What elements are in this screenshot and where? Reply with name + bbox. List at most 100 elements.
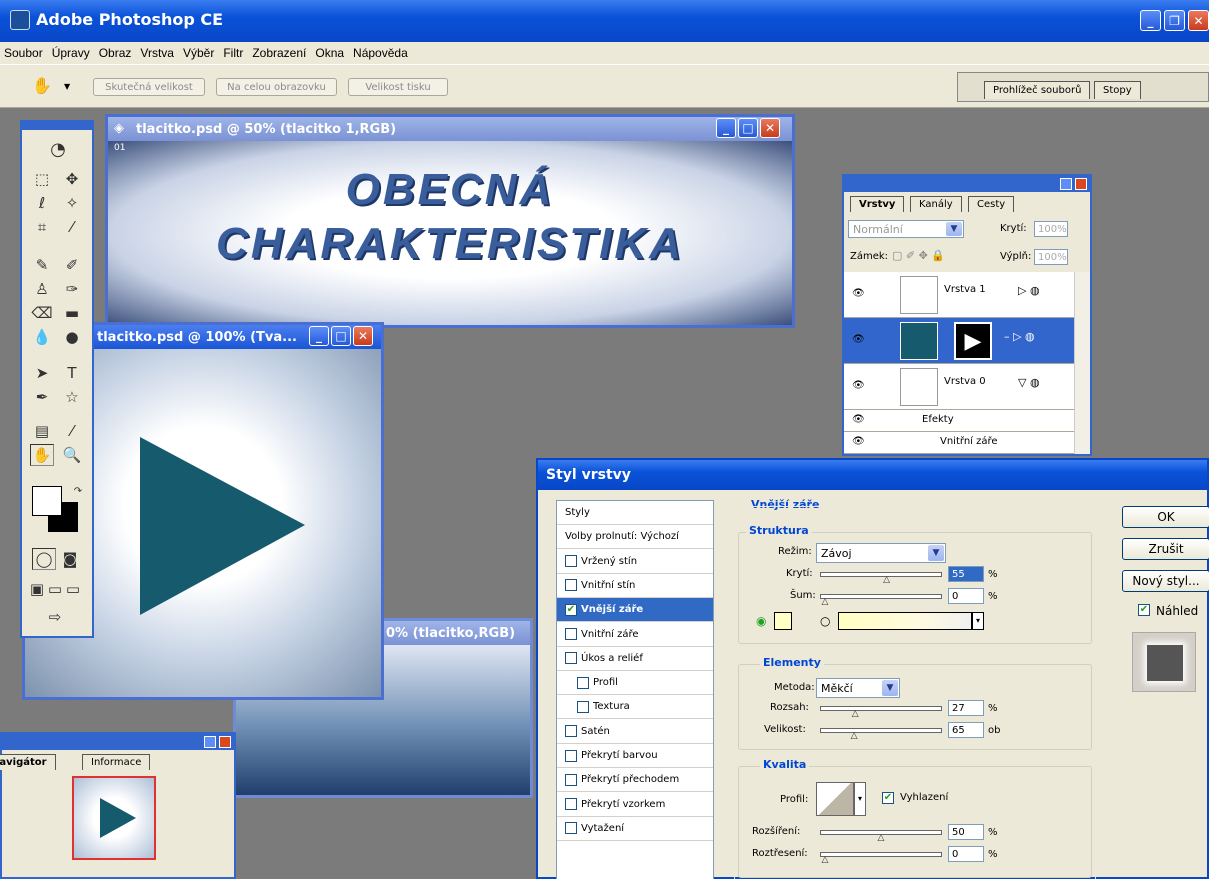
- style-checkbox[interactable]: [565, 652, 577, 665]
- style-item[interactable]: Úkos a reliéf: [557, 647, 713, 671]
- style-checkbox[interactable]: ✔: [565, 603, 577, 616]
- gradient-dropdown-button[interactable]: ▾: [972, 612, 984, 630]
- style-item[interactable]: ✔ Vnější záře: [557, 598, 713, 623]
- jitter-slider[interactable]: [820, 852, 942, 857]
- jump-to-imageready-icon[interactable]: ⇨: [32, 606, 78, 628]
- ok-button[interactable]: OK: [1122, 506, 1209, 528]
- style-checkbox[interactable]: [565, 749, 577, 762]
- pen-icon[interactable]: ✒: [30, 386, 54, 408]
- opacity-input[interactable]: 55: [948, 566, 984, 582]
- spread-slider[interactable]: [820, 706, 942, 711]
- noise-slider[interactable]: [820, 594, 942, 599]
- menu-zobrazeni[interactable]: Zobrazení: [252, 46, 306, 60]
- layers-scrollbar[interactable]: [1074, 272, 1090, 454]
- range-input[interactable]: 50: [948, 824, 984, 840]
- blur-icon[interactable]: 💧: [30, 326, 54, 348]
- document-canvas[interactable]: 01 OBECNÁ CHARAKTERISTIKA: [108, 141, 792, 325]
- size-slider-thumb[interactable]: △: [849, 732, 859, 741]
- menu-upravy[interactable]: Úpravy: [52, 46, 90, 60]
- effects-icon[interactable]: – ▷ ◍: [1004, 330, 1035, 343]
- close-button[interactable]: ✕: [1188, 10, 1209, 31]
- eyedropper-icon[interactable]: ⁄: [60, 420, 84, 442]
- blend-mode-combo[interactable]: Závoj ▼: [816, 543, 946, 563]
- brush-icon[interactable]: ✐: [60, 254, 84, 276]
- notes-icon[interactable]: ▤: [30, 420, 54, 442]
- new-style-button[interactable]: Nový styl...: [1122, 570, 1209, 592]
- tab-info[interactable]: Informace: [82, 754, 151, 770]
- noise-input[interactable]: 0: [948, 588, 984, 604]
- range-slider-thumb[interactable]: △: [876, 834, 886, 843]
- history-brush-icon[interactable]: ✑: [60, 278, 84, 300]
- fill-field[interactable]: 100%: [1034, 249, 1068, 265]
- antialias-checkbox[interactable]: ✔: [882, 792, 894, 804]
- gradient-icon[interactable]: ▬: [60, 302, 84, 324]
- crop-icon[interactable]: ⌗: [30, 216, 54, 238]
- panel-minimize-icon[interactable]: [1060, 178, 1072, 190]
- style-checkbox[interactable]: [565, 628, 577, 640]
- style-item[interactable]: Volby prolnutí: Výchozí: [557, 525, 713, 550]
- hand-icon[interactable]: ✋: [30, 444, 54, 466]
- style-item[interactable]: Překrytí přechodem: [557, 768, 713, 793]
- style-checkbox[interactable]: [565, 798, 577, 811]
- style-item[interactable]: Překrytí vzorkem: [557, 793, 713, 817]
- menu-napoveda[interactable]: Nápověda: [353, 46, 408, 60]
- panel-close-icon[interactable]: [1075, 178, 1087, 190]
- style-checkbox[interactable]: [577, 676, 589, 689]
- effects-icon[interactable]: ▷ ◍: [1018, 284, 1040, 297]
- layer-row-selected[interactable]: 👁 ▶ – ▷ ◍: [844, 318, 1074, 364]
- doc-close-button[interactable]: ✕: [760, 118, 780, 138]
- eye-icon[interactable]: 👁: [852, 380, 865, 391]
- document-window-title-banner[interactable]: ◈ tlacitko.psd @ 50% (tlacitko 1,RGB) _ …: [105, 114, 795, 328]
- dodge-icon[interactable]: ●: [60, 326, 84, 348]
- color-radio[interactable]: ◉: [756, 614, 766, 628]
- blend-mode-select[interactable]: Normální ▼: [848, 220, 964, 238]
- style-checkbox[interactable]: [565, 579, 577, 592]
- glow-gradient-swatch[interactable]: [838, 612, 972, 630]
- panel-minimize-icon[interactable]: [204, 736, 216, 748]
- menu-okna[interactable]: Okna: [315, 46, 344, 60]
- tab-layers[interactable]: Vrstvy: [850, 196, 905, 212]
- style-checkbox[interactable]: [565, 555, 577, 568]
- tab-paths[interactable]: Stopy: [1094, 81, 1141, 99]
- menu-soubor[interactable]: Soubor: [4, 46, 43, 60]
- style-checkbox[interactable]: [565, 725, 577, 738]
- effects-icon[interactable]: ▽ ◍: [1018, 376, 1040, 389]
- chevron-down-icon[interactable]: ▼: [64, 82, 70, 91]
- effects-row[interactable]: 👁 Efekty: [844, 410, 1074, 432]
- style-item[interactable]: Vržený stín: [557, 550, 713, 574]
- style-item[interactable]: Textura: [557, 695, 713, 720]
- print-size-button[interactable]: Velikost tisku: [348, 78, 448, 96]
- style-item[interactable]: Vnitřní záře: [557, 623, 713, 647]
- jitter-slider-thumb[interactable]: △: [820, 856, 830, 865]
- screen-mode-full-icon[interactable]: ▭: [64, 578, 82, 600]
- jitter-input[interactable]: 0: [948, 846, 984, 862]
- doc2-minimize-button[interactable]: _: [309, 326, 329, 346]
- size-slider[interactable]: [820, 728, 942, 733]
- zoom-icon[interactable]: 🔍: [60, 444, 84, 466]
- style-item[interactable]: Styly: [557, 501, 713, 525]
- menu-vyber[interactable]: Výběr: [183, 46, 214, 60]
- swap-colors-icon[interactable]: ↷: [66, 480, 90, 502]
- standard-mode-icon[interactable]: ◯: [32, 548, 56, 570]
- slice-icon[interactable]: ⁄: [60, 216, 84, 238]
- maximize-button[interactable]: ❐: [1164, 10, 1185, 31]
- panel-close-icon[interactable]: [219, 736, 231, 748]
- healing-brush-icon[interactable]: ✎: [30, 254, 54, 276]
- style-item[interactable]: Satén: [557, 720, 713, 744]
- lasso-icon[interactable]: ℓ: [30, 192, 54, 214]
- eye-icon[interactable]: 👁: [852, 436, 865, 447]
- fit-screen-button[interactable]: Na celou obrazovku: [216, 78, 337, 96]
- move-icon[interactable]: ✥: [60, 168, 84, 190]
- noise-slider-thumb[interactable]: △: [820, 598, 830, 607]
- tab-file-browser[interactable]: Prohlížeč souborů: [984, 81, 1091, 99]
- effect-inner-glow-row[interactable]: 👁 Vnitřní záře: [844, 432, 1074, 454]
- size-input[interactable]: 65: [948, 722, 984, 738]
- layer-row-vrstva-0[interactable]: 👁 Vrstva 0 ▽ ◍: [844, 364, 1074, 410]
- eye-icon[interactable]: 👁: [852, 288, 865, 299]
- minimize-button[interactable]: _: [1140, 10, 1161, 31]
- spread-input[interactable]: 27: [948, 700, 984, 716]
- actual-size-button[interactable]: Skutečná velikost: [93, 78, 205, 96]
- tab-channels[interactable]: Kanály: [910, 196, 962, 212]
- cancel-button[interactable]: Zrušit: [1122, 538, 1209, 560]
- contour-preview[interactable]: [816, 782, 854, 816]
